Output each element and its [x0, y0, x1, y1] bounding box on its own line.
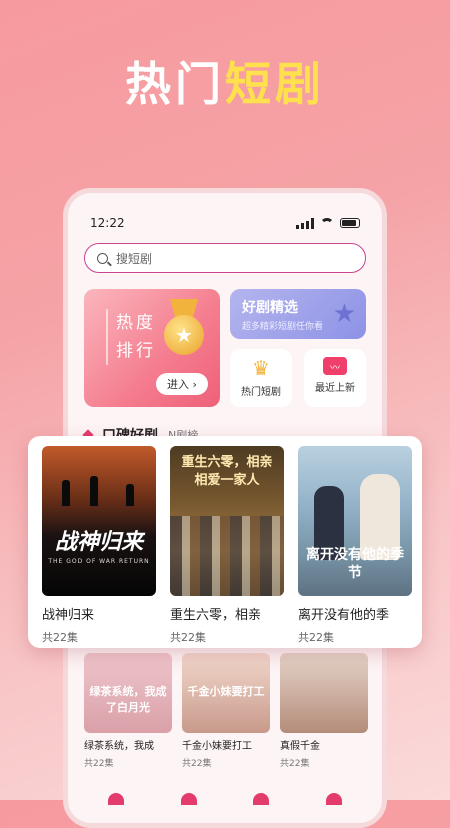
- signal-icon: [296, 217, 314, 229]
- drama-episodes: 共22集: [42, 631, 78, 644]
- drama-name: 千金小妹要打工: [182, 741, 252, 752]
- drama-cover: 绿茶系统，我成了白月光: [84, 653, 172, 733]
- cover-title: 绿茶系统，我成了白月光: [89, 685, 167, 714]
- medal-icon: ★: [162, 299, 206, 359]
- wifi-icon: [320, 218, 334, 228]
- headline-white: 热门: [125, 57, 225, 111]
- cover-subtitle: THE GOD OF WAR RETURN: [48, 558, 150, 565]
- status-bar: 12:22: [90, 213, 360, 233]
- hot-ranking-line2: 排行: [116, 341, 156, 361]
- enter-button[interactable]: 进入 ›: [156, 373, 208, 395]
- list-item[interactable]: 绿茶系统，我成了白月光 绿茶系统，我成 共22集: [84, 653, 172, 769]
- battery-icon: [340, 218, 360, 228]
- drama-card[interactable]: 重生六零，相亲相爱一家人 重生六零，相亲 共22集: [170, 446, 284, 645]
- drama-name: 重生六零，相亲: [170, 608, 262, 623]
- featured-picks-title: 好剧精选: [242, 300, 298, 316]
- star-icon: ★: [332, 299, 356, 329]
- drama-episodes: 共22集: [84, 759, 114, 769]
- nav-icon[interactable]: [180, 793, 197, 805]
- list-item[interactable]: 真假千金 共22集: [280, 653, 368, 769]
- search-input[interactable]: 搜短剧: [84, 243, 366, 273]
- drama-name: 绿茶系统，我成: [84, 741, 154, 752]
- enter-label: 进入: [167, 378, 190, 391]
- drama-cover: 战神归来 THE GOD OF WAR RETURN: [42, 446, 156, 596]
- drama-name: 战神归来: [42, 608, 95, 623]
- search-placeholder: 搜短剧: [116, 251, 153, 266]
- nav-icon[interactable]: [325, 793, 342, 805]
- quick-link-hot-label: 热门短剧: [241, 387, 281, 398]
- drama-card[interactable]: 战神归来 THE GOD OF WAR RETURN 战神归来 共22集: [42, 446, 156, 645]
- drama-episodes: 共22集: [182, 759, 212, 769]
- cover-title: 战神归来: [54, 530, 143, 555]
- drama-cover: 千金小妹要打工: [182, 653, 270, 733]
- quick-link-new[interactable]: 〰 最近上新: [304, 349, 366, 407]
- drama-card[interactable]: 离开没有他的季节 离开没有他的季 共22集: [298, 446, 412, 645]
- quick-link-new-label: 最近上新: [315, 383, 355, 394]
- cover-title: 离开没有他的季节: [306, 547, 404, 581]
- more-dramas-row: 绿茶系统，我成了白月光 绿茶系统，我成 共22集 千金小妹要打工 千金小妹要打工…: [84, 653, 368, 769]
- hot-ranking-card[interactable]: 热度 排行 ★ 进入 ›: [84, 289, 220, 407]
- featured-picks-subtitle: 超多精彩短剧任你看: [242, 322, 324, 332]
- list-item[interactable]: 千金小妹要打工 千金小妹要打工 共22集: [182, 653, 270, 769]
- nav-icon[interactable]: [253, 793, 270, 805]
- drama-cover: 离开没有他的季节: [298, 446, 412, 596]
- cover-title: 千金小妹要打工: [187, 685, 265, 698]
- drama-name: 离开没有他的季: [298, 608, 390, 623]
- drama-cover: 重生六零，相亲相爱一家人: [170, 446, 284, 596]
- drama-episodes: 共22集: [170, 631, 206, 644]
- hot-ranking-line1: 热度: [116, 313, 156, 333]
- crown-icon: ♛: [252, 356, 270, 380]
- featured-picks-card[interactable]: 好剧精选 超多精彩短剧任你看 ★: [230, 289, 366, 339]
- headline-yellow: 短剧: [225, 57, 325, 111]
- nav-icon[interactable]: [108, 793, 124, 805]
- bottom-nav: [108, 793, 342, 805]
- featured-dramas-panel: 战神归来 THE GOD OF WAR RETURN 战神归来 共22集 重生六…: [28, 436, 422, 648]
- search-icon: [97, 252, 108, 264]
- promo-headline: 热门短剧: [0, 48, 450, 114]
- status-time: 12:22: [90, 216, 125, 230]
- hot-ranking-title: 热度 排行: [106, 309, 156, 365]
- drama-cover: [280, 653, 368, 733]
- drama-episodes: 共22集: [280, 759, 310, 769]
- cover-title: 重生六零，相亲相爱一家人: [181, 455, 273, 488]
- tv-icon: 〰: [323, 357, 347, 375]
- drama-name: 真假千金: [280, 741, 320, 752]
- quick-link-hot[interactable]: ♛ 热门短剧: [230, 349, 292, 407]
- drama-episodes: 共22集: [298, 631, 334, 644]
